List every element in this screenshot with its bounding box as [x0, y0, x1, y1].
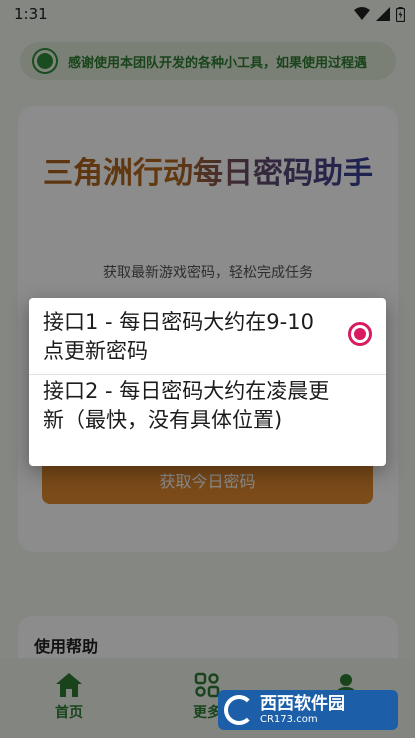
- radio-dot: [354, 328, 366, 340]
- watermark-text: 西西软件园 CR173.com: [260, 694, 345, 726]
- option-interface-1[interactable]: 接口1 - 每日密码大约在9-10点更新密码: [29, 308, 386, 374]
- watermark-main: 西西软件园: [260, 694, 345, 714]
- option-label: 接口2 - 每日密码大约在凌晨更新（最快，没有具体位置): [43, 379, 330, 432]
- watermark-logo: 西西软件园 CR173.com: [218, 690, 398, 730]
- radio-selected-icon[interactable]: [348, 322, 372, 346]
- interface-select-dialog: 接口1 - 每日密码大约在9-10点更新密码 接口2 - 每日密码大约在凌晨更新…: [29, 298, 386, 466]
- option-label: 接口1 - 每日密码大约在9-10点更新密码: [43, 310, 314, 363]
- watermark-sub: CR173.com: [260, 714, 318, 725]
- watermark-c-icon: [224, 695, 254, 725]
- option-interface-2[interactable]: 接口2 - 每日密码大约在凌晨更新（最快，没有具体位置): [29, 374, 386, 466]
